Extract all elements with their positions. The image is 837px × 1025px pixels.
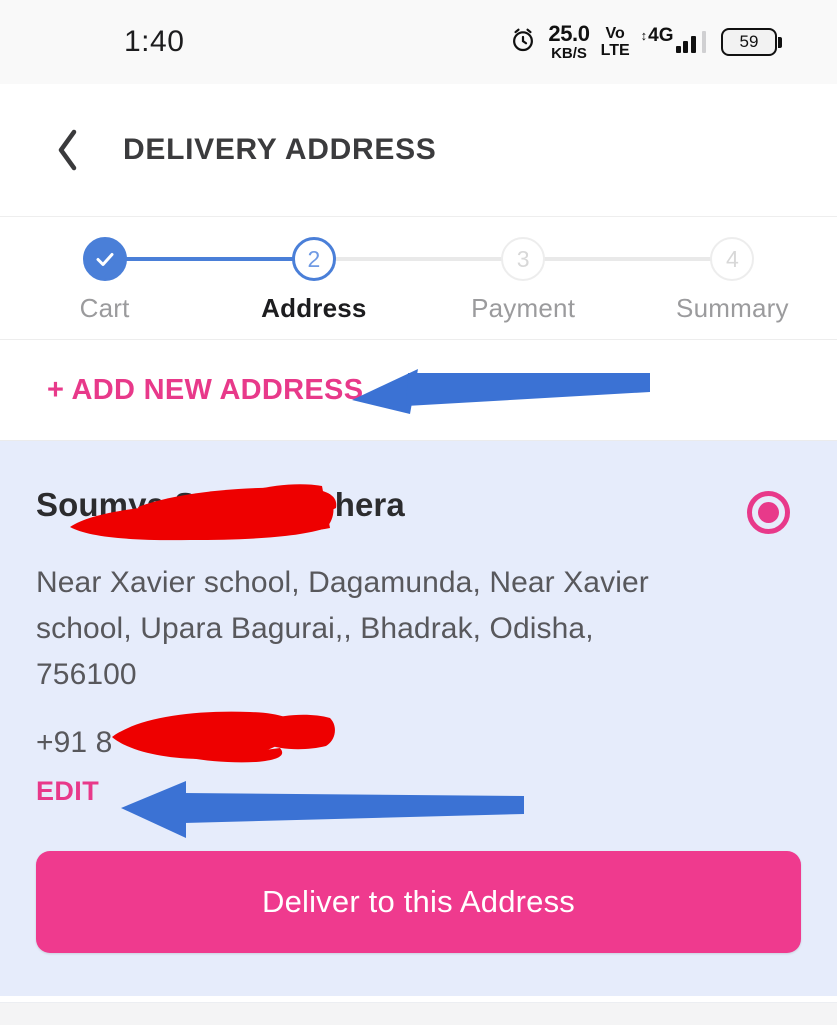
battery-icon: 59	[721, 28, 782, 56]
app-bar: DELIVERY ADDRESS	[0, 84, 837, 217]
status-bar-time: 1:40	[124, 25, 185, 58]
selected-radio-icon[interactable]	[747, 491, 790, 534]
status-bar: 1:40 25.0 KB/S Vo LTE ↕ 4G 59	[0, 0, 837, 84]
network-generation-label: 4G	[648, 25, 674, 46]
checkout-stepper: Cart 2 Address 3 Payment 4 Summary	[0, 217, 837, 340]
address-card-header: Soumya Sanjan Behera	[36, 485, 801, 534]
signal-strength-bars	[675, 31, 706, 53]
add-new-address-button[interactable]: + ADD NEW ADDRESS	[47, 374, 363, 407]
battery-body: 59	[721, 28, 777, 56]
network-speed-unit: KB/S	[551, 45, 587, 62]
network-speed-value: 25.0	[548, 21, 590, 46]
volte-bottom-text: LTE	[600, 41, 630, 59]
stepper-step-payment[interactable]: 3 Payment	[419, 217, 628, 324]
volte-icon: Vo LTE	[600, 24, 630, 59]
stepper-marker-payment: 3	[501, 237, 546, 281]
edit-address-button[interactable]: EDIT	[36, 776, 99, 807]
stepper-step-summary[interactable]: 4 Summary	[628, 217, 837, 324]
recipient-name: Soumya Sanjan Behera	[36, 486, 405, 523]
stepper-step-cart[interactable]: Cart	[0, 217, 209, 324]
stepper-label-summary: Summary	[676, 293, 789, 323]
alarm-clock-icon	[509, 26, 537, 59]
stepper-step-address[interactable]: 2 Address	[209, 217, 418, 324]
stepper-marker-cart	[82, 237, 127, 281]
back-chevron-icon	[58, 129, 77, 171]
check-icon	[96, 253, 114, 266]
stepper-label-payment: Payment	[471, 293, 576, 323]
battery-percentage: 59	[739, 32, 759, 51]
back-button[interactable]	[47, 127, 89, 173]
stepper-label-cart: Cart	[79, 293, 130, 323]
signal-bars-icon: ↕ 4G	[640, 26, 706, 53]
page-title: DELIVERY ADDRESS	[123, 133, 437, 166]
status-bar-icons: 25.0 KB/S Vo LTE ↕ 4G 59	[509, 23, 782, 61]
stepper-marker-summary: 4	[710, 237, 755, 281]
bottom-strip	[0, 1002, 837, 1025]
stepper-label-address: Address	[261, 293, 367, 323]
add-new-address-row[interactable]: + ADD NEW ADDRESS	[0, 340, 837, 441]
phone-number: +91 8	[36, 726, 113, 759]
radio-inner-dot	[758, 502, 779, 523]
volte-top-text: Vo	[605, 24, 625, 42]
network-speed-indicator: 25.0 KB/S	[548, 21, 590, 62]
battery-cap	[778, 36, 782, 48]
address-card[interactable]: Soumya Sanjan Behera Near Xavier school,…	[0, 441, 837, 996]
address-text: Near Xavier school, Dagamunda, Near Xavi…	[36, 566, 649, 691]
deliver-to-this-address-button[interactable]: Deliver to this Address	[36, 851, 801, 953]
stepper-marker-address: 2	[291, 237, 336, 281]
data-transfer-arrows-icon: ↕	[640, 27, 648, 43]
